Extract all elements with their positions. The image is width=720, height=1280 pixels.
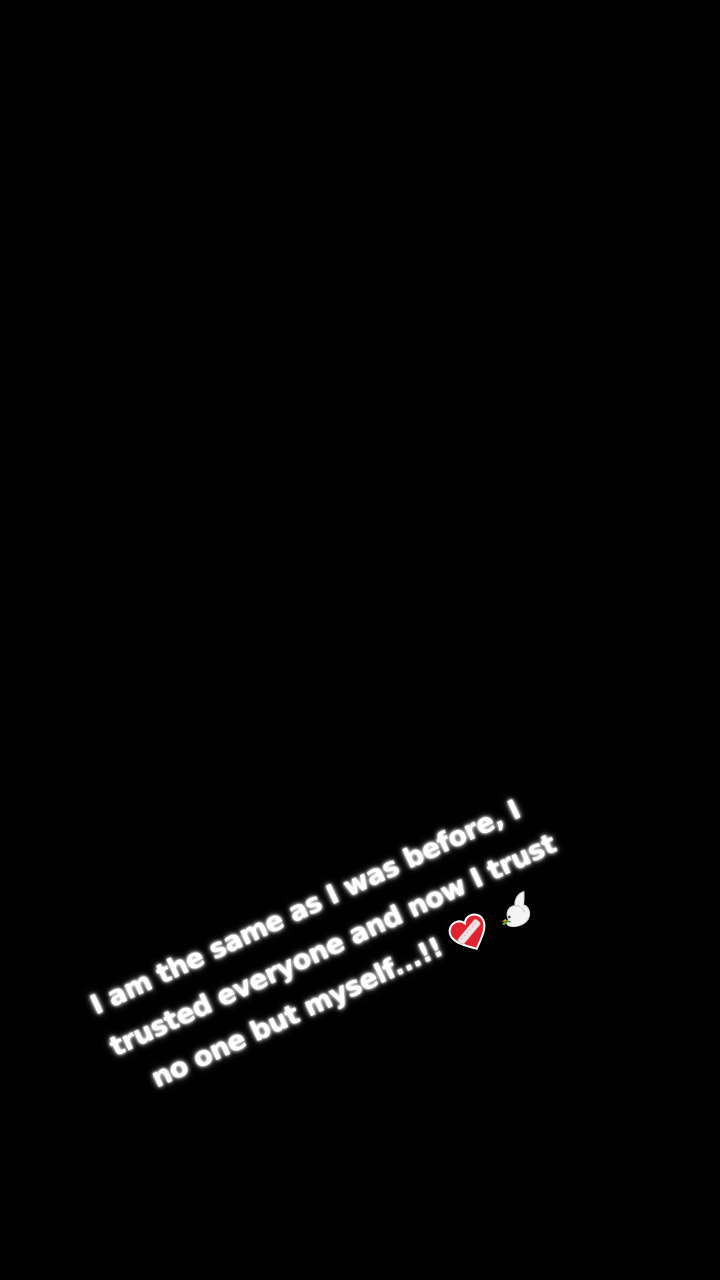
mending-heart-icon bbox=[444, 909, 495, 959]
story-canvas: I am the same as I was before, I trusted… bbox=[0, 0, 720, 1280]
dove-icon bbox=[490, 886, 544, 938]
story-caption: I am the same as I was before, I trusted… bbox=[83, 788, 567, 1112]
